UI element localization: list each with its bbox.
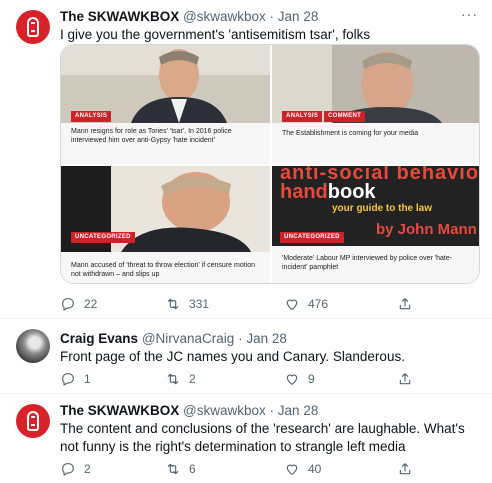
image-text: your guide to the law — [332, 203, 433, 214]
tweet-date[interactable]: Jan 28 — [246, 331, 287, 346]
like-count: 9 — [308, 372, 315, 386]
media-caption: 'Moderate' Labour MP interviewed by poli… — [282, 255, 453, 271]
share-icon — [399, 298, 411, 310]
image-text: by John Mann MP — [376, 221, 479, 238]
share-icon — [399, 373, 411, 385]
separator: · — [269, 9, 275, 24]
tweet-actions: 22 331 476 — [60, 296, 480, 314]
reply-icon — [62, 463, 74, 476]
tweet-2[interactable]: Craig Evans @NirvanaCraig · Jan 28 Front… — [0, 319, 492, 393]
share-button[interactable] — [397, 296, 413, 312]
tweet-actions: 2 6 40 — [60, 461, 480, 479]
microphone-icon — [27, 17, 39, 37]
retweet-icon — [167, 463, 179, 475]
author-name[interactable]: The SKWAWKBOX — [60, 9, 179, 24]
avatar[interactable] — [16, 404, 50, 438]
author-name[interactable]: The SKWAWKBOX — [60, 403, 179, 418]
retweet-icon — [167, 298, 179, 310]
tweet-header: The SKWAWKBOX @skwawkbox · Jan 28 — [60, 402, 318, 420]
tweet-text: Front page of the JC names you and Canar… — [60, 349, 405, 364]
more-icon[interactable]: ··· — [461, 6, 478, 22]
retweet-button[interactable]: 2 — [165, 371, 196, 387]
image-text: handbook — [280, 181, 376, 204]
reply-count: 22 — [84, 297, 98, 311]
like-icon — [286, 299, 298, 310]
author-handle[interactable]: @skwawkbox — [183, 403, 266, 418]
media-item[interactable]: UNCATEGORIZED Mann accused of 'threat to… — [61, 166, 270, 283]
avatar[interactable] — [16, 10, 50, 44]
tweet-3[interactable]: The SKWAWKBOX @skwawkbox · Jan 28 The co… — [0, 394, 492, 483]
retweet-count: 2 — [189, 372, 196, 386]
avatar[interactable] — [16, 329, 50, 363]
share-icon — [399, 463, 411, 475]
tweet-text: I give you the government's 'antisemitis… — [60, 27, 371, 42]
reply-count: 2 — [84, 462, 91, 476]
retweet-count: 6 — [189, 462, 196, 476]
reply-button[interactable]: 22 — [60, 296, 97, 312]
image-text: book — [327, 181, 376, 203]
reply-icon — [62, 298, 74, 311]
like-icon — [286, 464, 298, 475]
like-count: 40 — [308, 462, 322, 476]
category-tag: ANALYSIS — [282, 111, 323, 122]
retweet-count: 331 — [189, 297, 210, 311]
media-caption: Mann accused of 'threat to throw electio… — [71, 262, 255, 278]
share-button[interactable] — [397, 461, 413, 477]
media-grid[interactable]: ANALYSIS Mann resigns for role as Tories… — [60, 44, 480, 284]
category-tag: UNCATEGORIZED — [280, 232, 344, 243]
like-button[interactable]: 476 — [284, 296, 328, 312]
tweet-text: The content and conclusions of the 'rese… — [60, 421, 465, 454]
tweet-actions: 1 2 9 — [60, 371, 480, 389]
like-icon — [286, 374, 298, 385]
author-handle[interactable]: @skwawkbox — [183, 9, 266, 24]
category-tag: ANALYSIS — [71, 111, 112, 122]
image-text: hand — [280, 181, 328, 203]
reply-button[interactable]: 2 — [60, 461, 91, 477]
category-tag: UNCATEGORIZED — [71, 232, 135, 243]
media-item[interactable]: ANALYSIS COMMENT The Establishment is co… — [272, 45, 479, 164]
retweet-icon — [167, 373, 179, 385]
retweet-button[interactable]: 6 — [165, 461, 196, 477]
reply-icon — [62, 373, 74, 386]
tweet-date[interactable]: Jan 28 — [278, 403, 319, 418]
like-button[interactable]: 9 — [284, 371, 315, 387]
retweet-button[interactable]: 331 — [165, 296, 209, 312]
tweet-header: Craig Evans @NirvanaCraig · Jan 28 — [60, 330, 287, 348]
tweet-date[interactable]: Jan 28 — [278, 9, 319, 24]
microphone-icon — [27, 411, 39, 431]
author-name[interactable]: Craig Evans — [60, 331, 138, 346]
reply-count: 1 — [84, 372, 91, 386]
reply-button[interactable]: 1 — [60, 371, 91, 387]
media-item[interactable]: ANALYSIS Mann resigns for role as Tories… — [61, 45, 270, 164]
author-handle[interactable]: @NirvanaCraig — [142, 331, 234, 346]
like-count: 476 — [308, 297, 329, 311]
like-button[interactable]: 40 — [284, 461, 321, 477]
separator: · — [269, 403, 275, 418]
media-caption: The Establishment is coming for your med… — [282, 130, 419, 137]
tweet-1[interactable]: The SKWAWKBOX @skwawkbox · Jan 28 ··· I … — [0, 0, 492, 320]
share-button[interactable] — [397, 371, 413, 387]
media-caption: Mann resigns for role as Tories' 'tsar'.… — [71, 128, 232, 144]
media-item[interactable]: anti-social behaviour handbook your guid… — [272, 166, 479, 283]
tweet-header: The SKWAWKBOX @skwawkbox · Jan 28 — [60, 8, 318, 26]
category-tag: COMMENT — [324, 111, 366, 122]
separator: · — [238, 331, 243, 346]
